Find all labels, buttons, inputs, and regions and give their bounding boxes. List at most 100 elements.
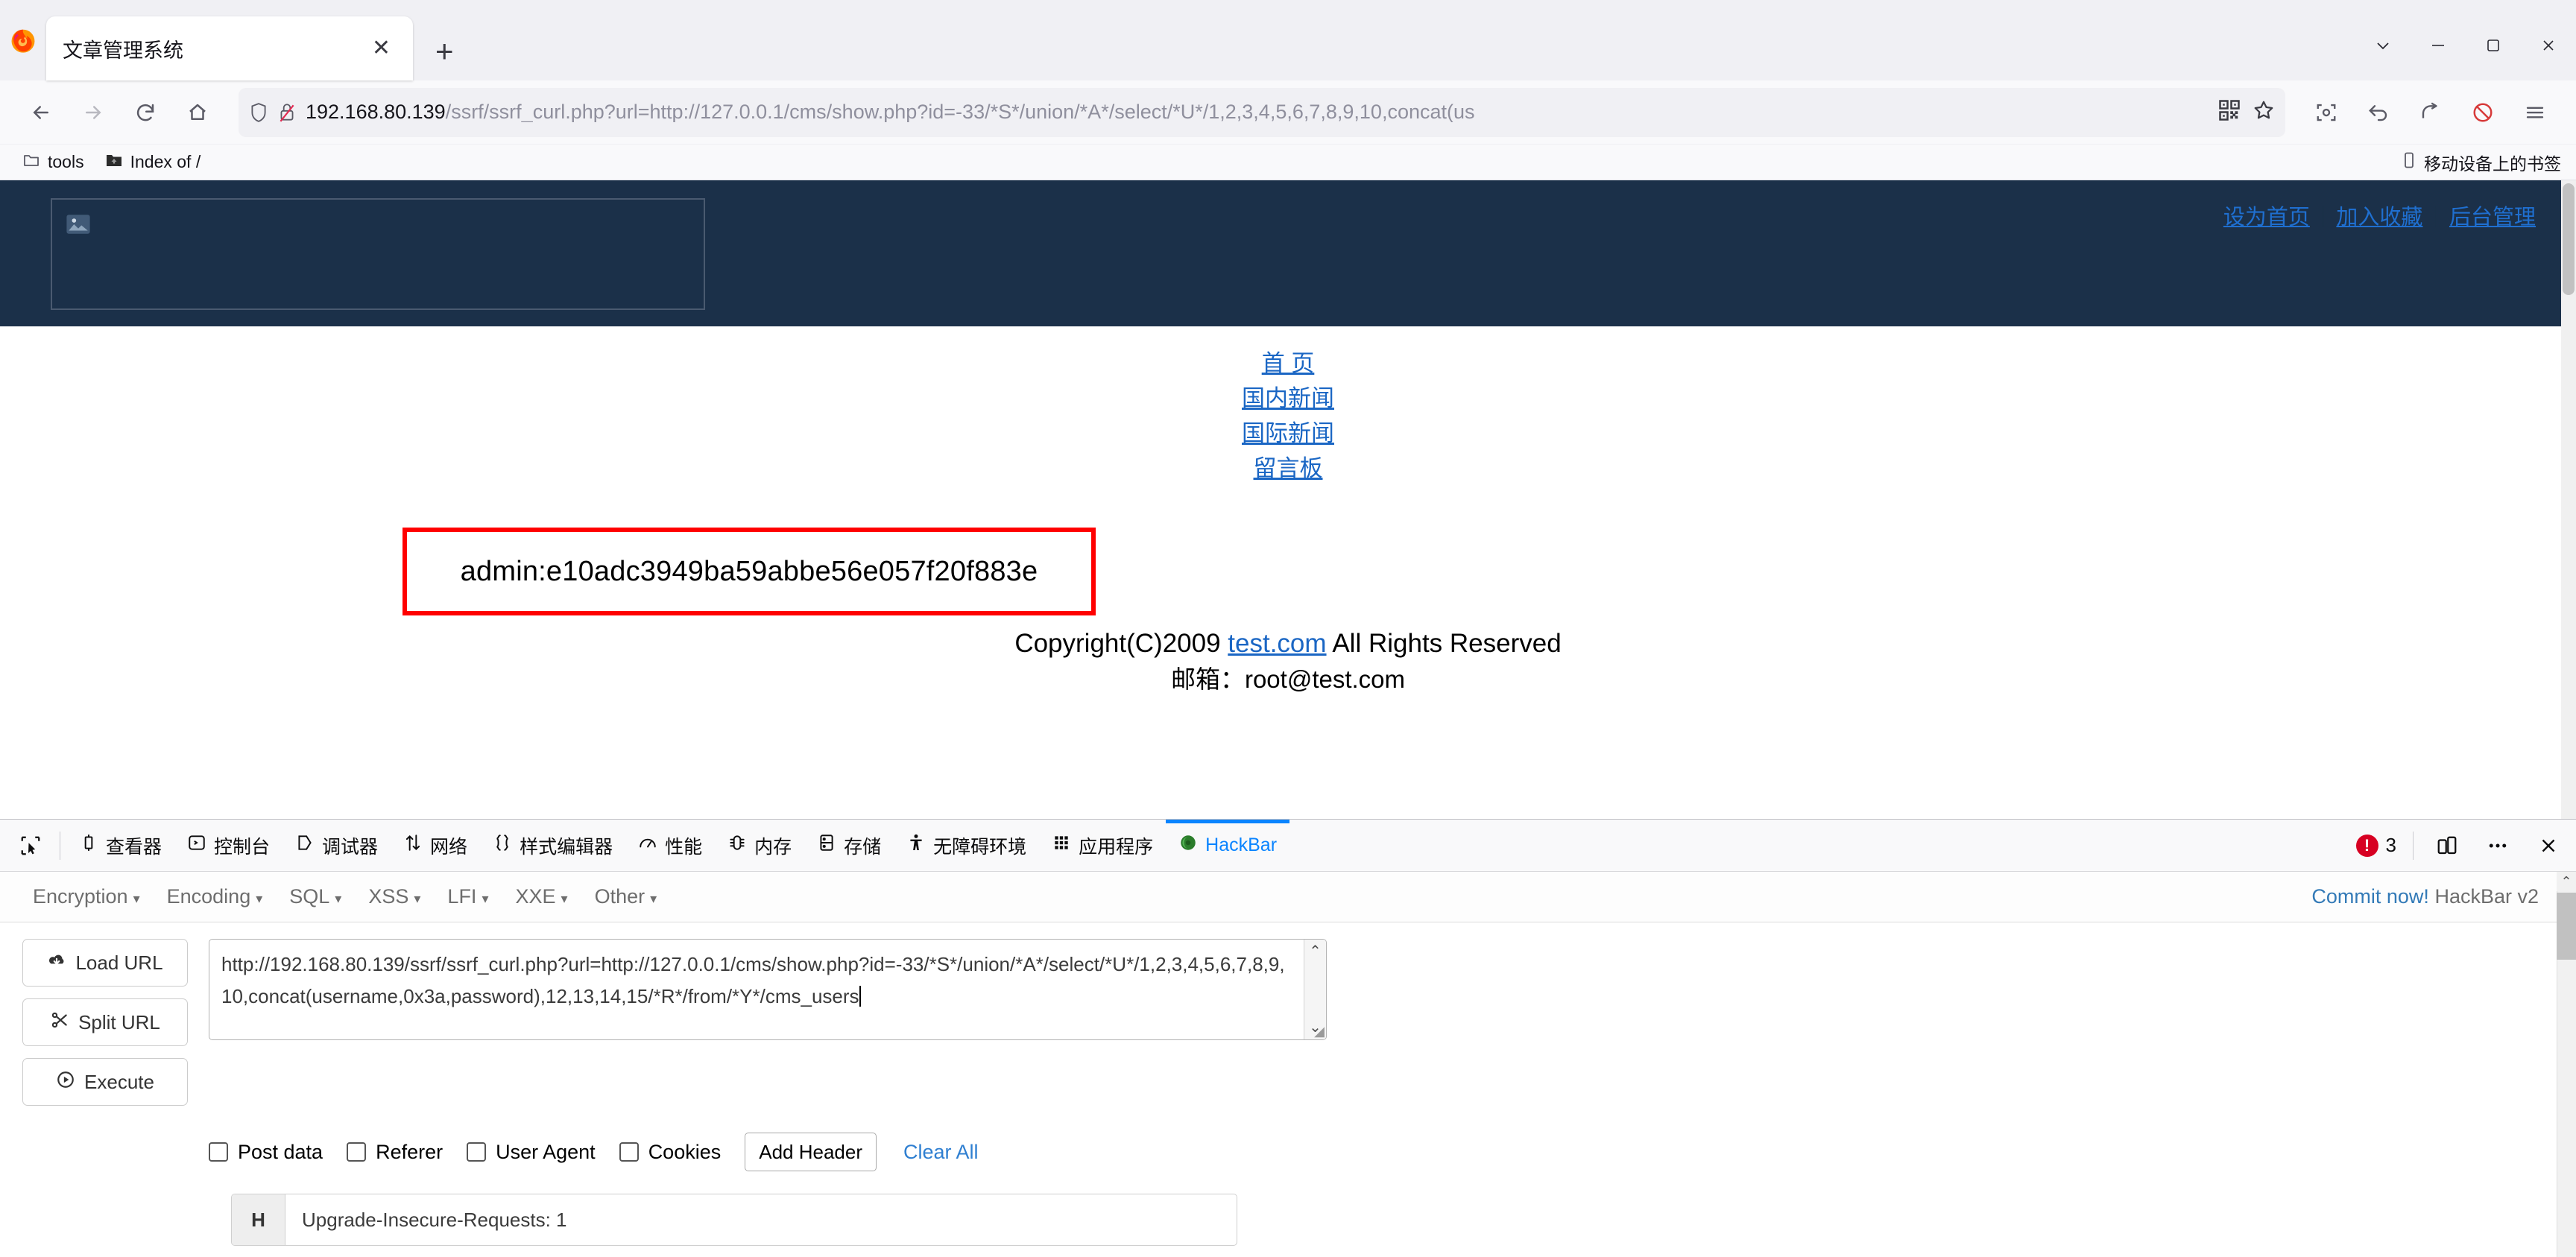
minimize-icon[interactable]	[2411, 22, 2466, 69]
header-link-set-homepage[interactable]: 设为首页	[2213, 200, 2320, 231]
reload-button[interactable]	[121, 88, 170, 137]
header-link-add-favorite[interactable]: 加入收藏	[2326, 200, 2433, 231]
bookmark-star-icon[interactable]	[2253, 99, 2275, 125]
inspector-icon	[79, 833, 98, 858]
tab-close-icon[interactable]: ✕	[366, 37, 397, 60]
bookmark-item-index-of[interactable]: Index of /	[96, 148, 210, 176]
split-url-button[interactable]: Split URL	[22, 998, 188, 1046]
hackbar-options-row: Post data Referer User Agent Cookies Add…	[0, 1133, 2576, 1171]
url-textarea[interactable]: http://192.168.80.139/ssrf/ssrf_curl.php…	[209, 940, 1304, 1039]
url-path: /ssrf/ssrf_curl.php?url=http://127.0.0.1…	[445, 102, 1475, 122]
checkbox-label: User Agent	[496, 1140, 596, 1163]
forward-button[interactable]	[69, 88, 118, 137]
execute-button[interactable]: Execute	[22, 1058, 188, 1106]
nav-link-domestic-news[interactable]: 国内新闻	[0, 381, 2576, 416]
menu-sql[interactable]: SQL ▾	[276, 885, 355, 908]
new-tab-button[interactable]: +	[435, 36, 454, 67]
home-button[interactable]	[173, 88, 222, 137]
devtools-more-menu-icon[interactable]	[2481, 829, 2515, 863]
checkbox-post-data[interactable]: Post data	[209, 1141, 323, 1164]
load-url-button[interactable]: Load URL	[22, 939, 188, 987]
tab-application[interactable]: 应用程序	[1039, 820, 1166, 872]
tab-accessibility[interactable]: 无障碍环境	[894, 820, 1039, 872]
qr-code-icon[interactable]	[2218, 99, 2241, 125]
tab-storage[interactable]: 存储	[804, 820, 894, 872]
hackbar-scrollbar[interactable]: ⌃	[2557, 872, 2576, 1257]
checkbox-box[interactable]	[209, 1142, 228, 1162]
tab-style-editor[interactable]: 样式编辑器	[480, 820, 625, 872]
checkbox-referer[interactable]: Referer	[347, 1141, 443, 1164]
tab-memory[interactable]: 内存	[715, 820, 804, 872]
nav-link-message-board[interactable]: 留言板	[0, 451, 2576, 486]
undo-button[interactable]	[2354, 88, 2403, 137]
blocked-icon[interactable]	[2458, 88, 2507, 137]
checkbox-user-agent[interactable]: User Agent	[467, 1141, 596, 1164]
tab-label: 网络	[430, 836, 468, 858]
storage-icon	[817, 833, 836, 858]
header-field[interactable]: H Upgrade-Insecure-Requests: 1	[231, 1194, 1237, 1246]
list-all-tabs-icon[interactable]	[2355, 22, 2411, 69]
url-textarea-wrapper[interactable]: http://192.168.80.139/ssrf/ssrf_curl.php…	[209, 939, 1327, 1040]
tab-debugger[interactable]: 调试器	[282, 820, 391, 872]
play-icon	[56, 1070, 75, 1095]
tab-inspector[interactable]: 查看器	[66, 820, 174, 872]
textarea-resize-handle[interactable]: ◢	[1314, 1024, 1325, 1039]
tab-hackbar[interactable]: HackBar	[1166, 819, 1289, 872]
tab-label: HackBar	[1205, 835, 1278, 855]
hackbar-scrollbar-thumb[interactable]	[2557, 893, 2576, 960]
checkbox-cookies[interactable]: Cookies	[619, 1141, 721, 1164]
menu-other[interactable]: Other ▾	[581, 885, 671, 908]
chevron-down-icon: ▾	[650, 891, 657, 906]
menu-lfi[interactable]: LFI ▾	[434, 885, 502, 908]
copyright-suffix: All Rights Reserved	[1326, 629, 1562, 658]
checkbox-box[interactable]	[347, 1142, 367, 1162]
hackbar-version: HackBar v2	[2428, 885, 2539, 908]
menu-xxe[interactable]: XXE ▾	[502, 885, 581, 908]
page-scrollbar-thumb[interactable]	[2563, 183, 2575, 295]
firefox-logo-icon	[0, 0, 46, 80]
application-menu-button[interactable]	[2510, 88, 2560, 137]
checkbox-box[interactable]	[619, 1142, 639, 1162]
chevron-down-icon: ▾	[256, 891, 263, 906]
nav-link-home[interactable]: 首 页	[0, 346, 2576, 381]
menu-encryption[interactable]: Encryption ▾	[19, 885, 154, 908]
mobile-bookmarks-item[interactable]: 移动设备上的书签	[2393, 147, 2569, 178]
menu-label: XXE	[515, 885, 556, 908]
close-window-icon[interactable]	[2521, 22, 2576, 69]
folder-icon	[22, 151, 40, 173]
url-bar[interactable]: 192.168.80.139/ssrf/ssrf_curl.php?url=ht…	[239, 87, 2285, 137]
error-count-badge[interactable]: ! 3	[2355, 834, 2396, 857]
tab-label: 应用程序	[1079, 836, 1154, 858]
scroll-up-icon[interactable]: ⌃	[1309, 944, 1322, 959]
folder-dark-icon	[105, 151, 123, 173]
back-button[interactable]	[16, 88, 66, 137]
tab-label: 性能	[665, 836, 703, 858]
clear-all-button[interactable]: Clear All	[903, 1141, 979, 1164]
tab-console[interactable]: 控制台	[174, 820, 282, 872]
header-value-input[interactable]: Upgrade-Insecure-Requests: 1	[285, 1194, 1237, 1245]
menu-xss[interactable]: XSS ▾	[355, 885, 434, 908]
devtools-close-icon[interactable]	[2531, 829, 2566, 863]
tab-network[interactable]: 网络	[391, 820, 480, 872]
add-header-button[interactable]: Add Header	[745, 1133, 877, 1171]
menu-encoding[interactable]: Encoding ▾	[154, 885, 277, 908]
chevron-down-icon: ▾	[335, 891, 342, 906]
nav-link-international-news[interactable]: 国际新闻	[0, 416, 2576, 451]
site-header: 设为首页 | 加入收藏 | 后台管理	[0, 180, 2576, 326]
responsive-design-mode-icon[interactable]	[2430, 829, 2464, 863]
broken-image-icon	[66, 212, 91, 237]
header-link-admin[interactable]: 后台管理	[2439, 200, 2546, 231]
share-button[interactable]	[2406, 88, 2455, 137]
checkbox-box[interactable]	[467, 1142, 487, 1162]
bookmark-item-tools[interactable]: tools	[13, 148, 93, 176]
maximize-icon[interactable]	[2466, 22, 2521, 69]
browser-tab[interactable]: 文章管理系统 ✕	[46, 16, 413, 80]
bookmark-label: tools	[48, 152, 84, 171]
page-scrollbar[interactable]	[2561, 180, 2576, 819]
tab-performance[interactable]: 性能	[625, 820, 715, 872]
screenshot-button[interactable]	[2302, 88, 2351, 137]
commit-now-link[interactable]: Commit now!	[2311, 885, 2429, 908]
hackbar-scroll-up-icon[interactable]: ⌃	[2557, 872, 2576, 891]
copyright-link[interactable]: test.com	[1228, 629, 1326, 658]
element-picker-icon[interactable]	[7, 820, 54, 872]
